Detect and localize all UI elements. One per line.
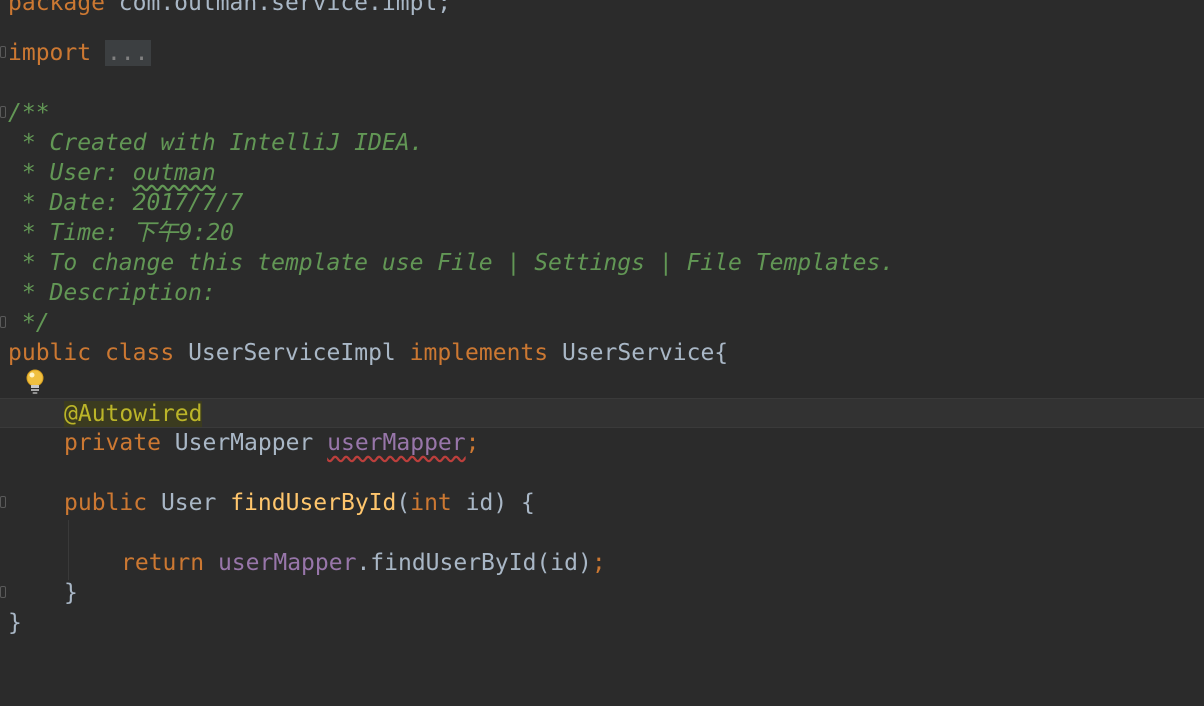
keyword-return: return xyxy=(121,550,205,576)
return-type: User xyxy=(160,490,217,516)
comment-user-name: outman xyxy=(132,160,216,186)
code-line-comment-date: * Date: 2017/7/7 xyxy=(0,188,1204,218)
comment-time: * Time: 下午9:20 xyxy=(8,220,235,246)
code-line-annotation: @Autowired xyxy=(0,398,1204,428)
code-line-class-declaration: public class UserServiceImpl implements … xyxy=(0,338,1204,368)
keyword-import: import xyxy=(8,40,92,66)
method-params: id) { xyxy=(451,490,535,516)
annotation-autowired: @Autowired xyxy=(64,401,203,427)
code-line-return: return userMapper.findUserById(id); xyxy=(0,548,1204,578)
comment-user-prefix: * User: xyxy=(8,160,133,186)
interface-name: UserService{ xyxy=(561,340,729,366)
comment-template: * To change this template use File | Set… xyxy=(8,250,895,276)
keyword-int: int xyxy=(410,490,452,516)
code-line-method-close: } xyxy=(0,578,1204,608)
code-line-package: package com.outman.service.impl; xyxy=(0,0,1204,18)
import-fold[interactable]: ... xyxy=(104,40,151,66)
semicolon: ; xyxy=(465,430,480,456)
code-line-comment-template: * To change this template use File | Set… xyxy=(0,248,1204,278)
code-line-comment-description: * Description: xyxy=(0,278,1204,308)
code-line-field: private UserMapper userMapper; xyxy=(0,428,1204,458)
field-name: userMapper xyxy=(327,430,466,456)
comment-open: /** xyxy=(8,100,50,126)
paren-open: ( xyxy=(396,490,411,516)
comment-date: * Date: 2017/7/7 xyxy=(8,190,244,216)
keyword-class: class xyxy=(104,340,175,366)
return-field: userMapper xyxy=(217,550,357,576)
code-line-comment-created: * Created with IntelliJ IDEA. xyxy=(0,128,1204,158)
keyword-implements: implements xyxy=(409,340,549,366)
package-name: com.outman.service.impl; xyxy=(104,0,452,16)
keyword-private: private xyxy=(64,430,161,456)
return-call: .findUserById(id) xyxy=(356,550,592,576)
field-type: UserMapper xyxy=(174,430,314,456)
code-editor[interactable]: package com.outman.service.impl; import … xyxy=(0,0,1204,706)
keyword-public: public xyxy=(8,340,92,366)
keyword-package: package xyxy=(8,0,105,16)
keyword-public: public xyxy=(64,490,148,516)
comment-close: */ xyxy=(8,310,50,336)
code-line-comment-time: * Time: 下午9:20 xyxy=(0,218,1204,248)
code-line-comment-close: */ xyxy=(0,308,1204,338)
code-line-comment-user: * User: outman xyxy=(0,158,1204,188)
code-line-method-declaration: public User findUserById(int id) { xyxy=(0,488,1204,518)
code-line-comment-open: /** xyxy=(0,98,1204,128)
comment-created: * Created with IntelliJ IDEA. xyxy=(8,130,424,156)
class-close-brace: } xyxy=(8,610,22,636)
method-name: findUserById xyxy=(230,490,397,516)
lightbulb-icon[interactable] xyxy=(24,368,46,396)
semicolon: ; xyxy=(591,550,606,576)
comment-description: * Description: xyxy=(8,280,216,306)
method-close-brace: } xyxy=(64,580,78,606)
class-name: UserServiceImpl xyxy=(188,340,396,366)
code-line-class-close: } xyxy=(0,608,1204,638)
code-line-import: import ... xyxy=(0,38,1204,68)
